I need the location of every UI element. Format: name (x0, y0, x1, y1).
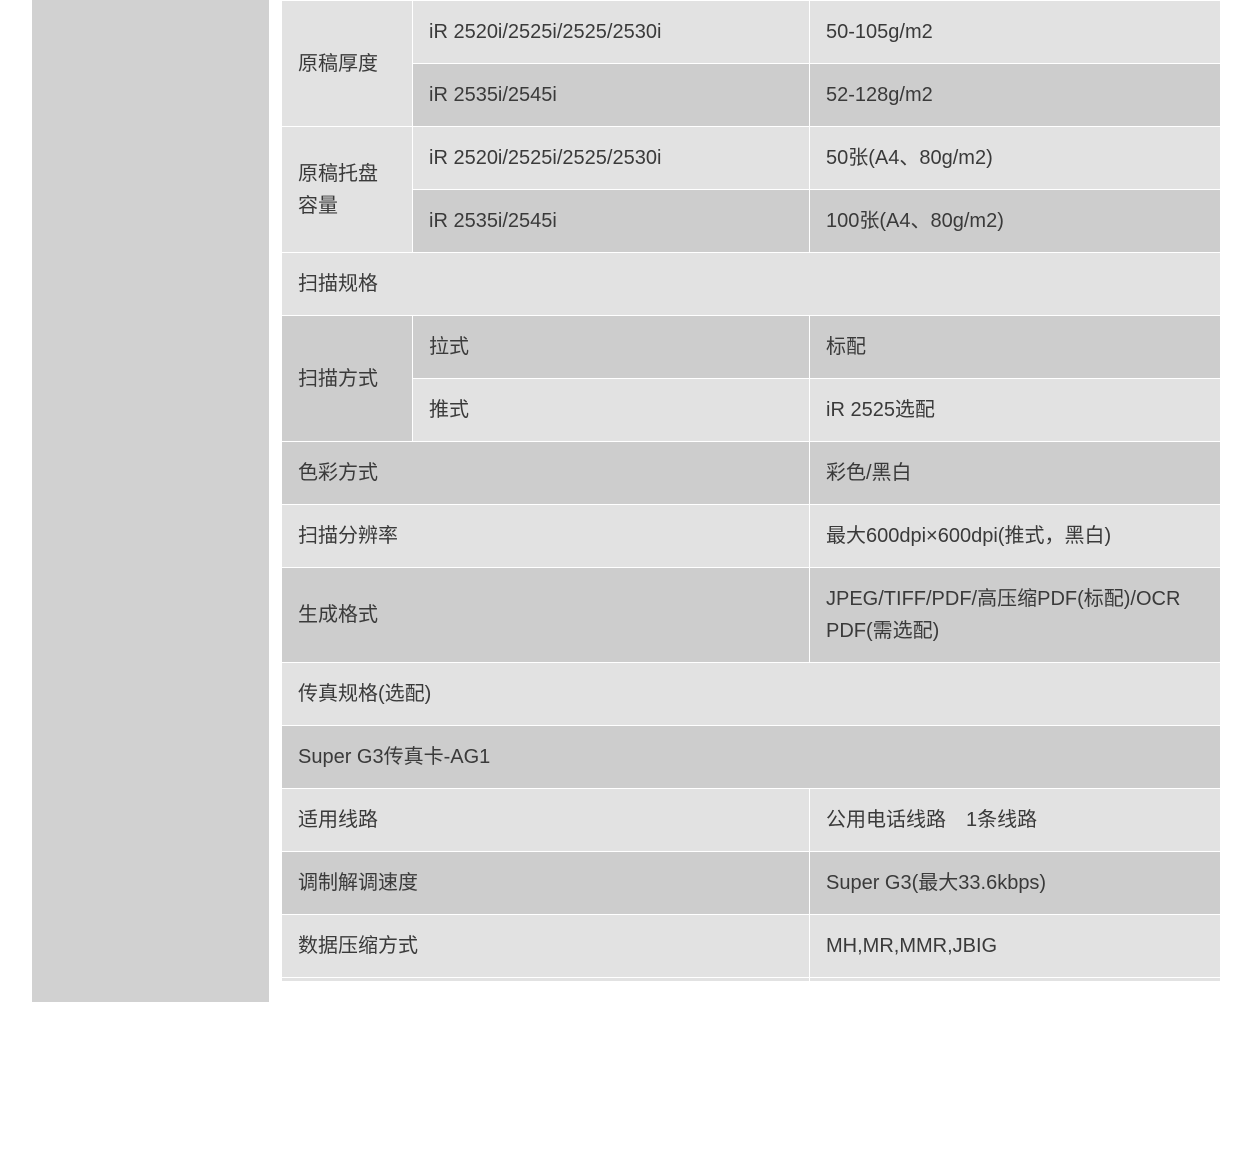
color-mode-label: 色彩方式 (281, 441, 810, 505)
format-label: 生成格式 (281, 567, 810, 663)
section-heading-scan-spec: 扫描规格 (281, 252, 1221, 316)
scan-method-value-a: 标配 (809, 315, 1221, 379)
tray-value-a: 50张(A4、80g/m2) (809, 126, 1221, 190)
cutoff-cell (281, 977, 810, 982)
tray-model-b: iR 2535i/2545i (412, 189, 810, 253)
section-heading-fax-spec: 传真规格(选配) (281, 662, 1221, 726)
table-row-cutoff (281, 977, 1221, 982)
scan-method-label: 扫描方式 (281, 315, 413, 442)
modem-value: Super G3(最大33.6kbps) (809, 851, 1221, 915)
table-row: 色彩方式 彩色/黑白 (281, 441, 1221, 505)
compression-value: MH,MR,MMR,JBIG (809, 914, 1221, 978)
line-value: 公用电话线路 1条线路 (809, 788, 1221, 852)
scan-method-name-a: 拉式 (412, 315, 810, 379)
line-label: 适用线路 (281, 788, 810, 852)
thickness-value-a: 50-105g/m2 (809, 0, 1221, 64)
spec-table: 原稿厚度 iR 2520i/2525i/2525/2530i 50-105g/m… (281, 0, 1221, 982)
thickness-value-b: 52-128g/m2 (809, 63, 1221, 127)
cutoff-cell (809, 977, 1221, 982)
tray-model-a: iR 2520i/2525i/2525/2530i (412, 126, 810, 190)
table-row: iR 2535i/2545i 100张(A4、80g/m2) (282, 189, 1221, 253)
table-row: 适用线路 公用电话线路 1条线路 (281, 788, 1221, 852)
table-row: 扫描分辨率 最大600dpi×600dpi(推式，黑白) (281, 504, 1221, 568)
thickness-label: 原稿厚度 (281, 0, 413, 127)
left-sidebar-panel (32, 0, 269, 1002)
resolution-label: 扫描分辨率 (281, 504, 810, 568)
table-row: 推式 iR 2525选配 (282, 378, 1221, 442)
table-row: 原稿托盘容量 iR 2520i/2525i/2525/2530i 50张(A4、… (281, 126, 1221, 253)
thickness-model-a: iR 2520i/2525i/2525/2530i (412, 0, 810, 64)
scan-method-value-b: iR 2525选配 (809, 378, 1221, 442)
table-row: 调制解调速度 Super G3(最大33.6kbps) (281, 851, 1221, 915)
scan-method-name-b: 推式 (412, 378, 810, 442)
table-row: 扫描方式 拉式 标配 (281, 315, 1221, 442)
table-row: 数据压缩方式 MH,MR,MMR,JBIG (281, 914, 1221, 978)
table-row: Super G3传真卡-AG1 (281, 725, 1221, 789)
table-row: 传真规格(选配) (281, 662, 1221, 726)
table-row: 原稿厚度 iR 2520i/2525i/2525/2530i 50-105g/m… (281, 0, 1221, 127)
table-row: 扫描规格 (281, 252, 1221, 316)
color-mode-value: 彩色/黑白 (809, 441, 1221, 505)
table-row: 生成格式 JPEG/TIFF/PDF/高压缩PDF(标配)/OCR PDF(需选… (281, 567, 1221, 663)
table-row: iR 2535i/2545i 52-128g/m2 (282, 63, 1221, 127)
thickness-model-b: iR 2535i/2545i (412, 63, 810, 127)
format-value: JPEG/TIFF/PDF/高压缩PDF(标配)/OCR PDF(需选配) (809, 567, 1221, 663)
modem-label: 调制解调速度 (281, 851, 810, 915)
compression-label: 数据压缩方式 (281, 914, 810, 978)
fax-card-heading: Super G3传真卡-AG1 (281, 725, 1221, 789)
tray-label: 原稿托盘容量 (281, 126, 413, 253)
resolution-value: 最大600dpi×600dpi(推式，黑白) (809, 504, 1221, 568)
tray-value-b: 100张(A4、80g/m2) (809, 189, 1221, 253)
